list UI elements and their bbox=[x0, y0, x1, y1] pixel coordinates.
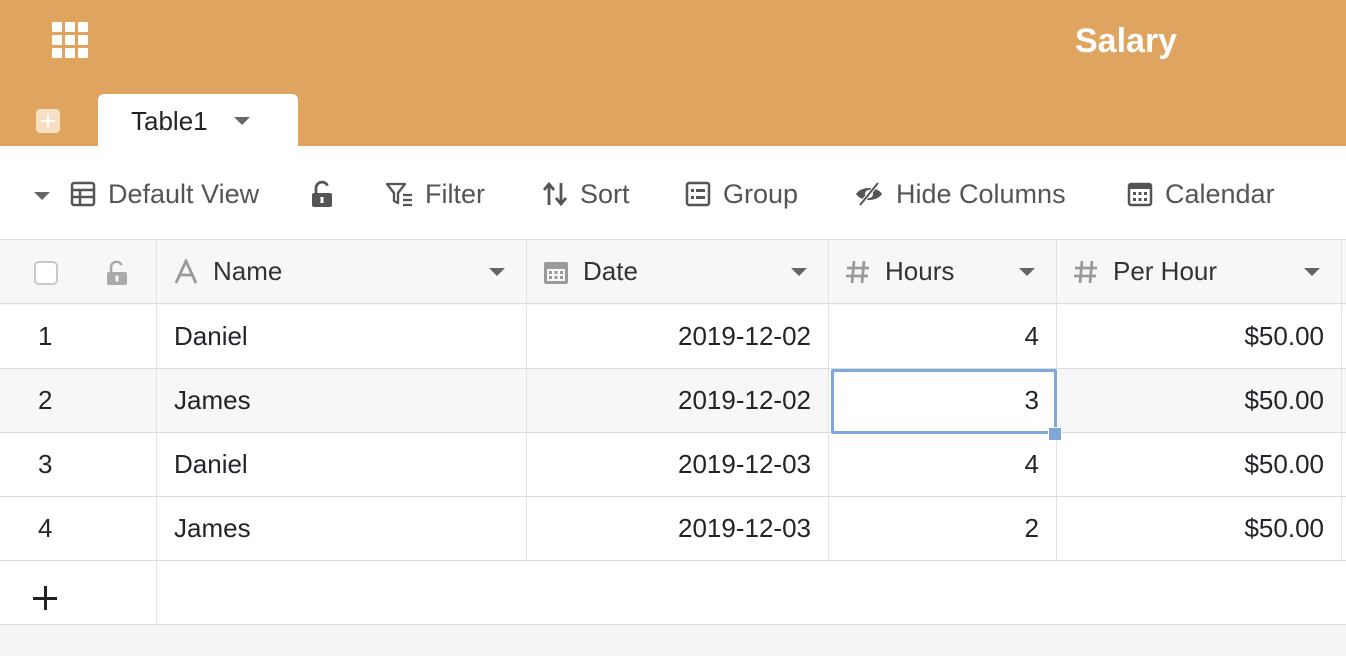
hours-cell[interactable]: 4 bbox=[829, 305, 1057, 368]
hash-icon bbox=[846, 260, 869, 283]
calendar-icon bbox=[544, 261, 568, 284]
column-label: Per Hour bbox=[1113, 256, 1218, 286]
table-view-icon bbox=[70, 181, 96, 207]
row-index-cell: 3 bbox=[0, 433, 157, 496]
name-cell[interactable]: James bbox=[157, 369, 527, 432]
selected-cell-outline bbox=[831, 369, 1057, 434]
hash-icon bbox=[1074, 260, 1097, 283]
tab-label: Table1 bbox=[131, 106, 208, 136]
add-table-button[interactable] bbox=[36, 109, 60, 133]
filter-button[interactable]: Filter bbox=[385, 178, 485, 210]
view-selector[interactable]: Default View bbox=[70, 178, 259, 210]
chevron-down-icon[interactable] bbox=[489, 268, 505, 276]
table-row[interactable]: 4 James 2019-12-03 2 $50.00 bbox=[0, 497, 1346, 561]
sort-icon bbox=[542, 181, 568, 207]
chevron-down-icon[interactable] bbox=[1019, 268, 1035, 276]
row-number: 3 bbox=[38, 449, 53, 479]
column-label: Name bbox=[213, 256, 283, 286]
row-index-cell: 2 bbox=[0, 369, 157, 432]
group-icon bbox=[685, 181, 711, 207]
calendar-label: Calendar bbox=[1165, 178, 1275, 209]
column-header-per-hour[interactable]: Per Hour bbox=[1057, 240, 1342, 303]
apps-grid-icon[interactable] bbox=[52, 22, 88, 58]
per-hour-cell[interactable]: $50.00 bbox=[1057, 497, 1342, 560]
column-label: Date bbox=[583, 256, 638, 286]
sort-label: Sort bbox=[580, 178, 630, 209]
header-select-cell bbox=[0, 240, 157, 303]
per-hour-cell[interactable]: $50.00 bbox=[1057, 369, 1342, 432]
eye-slash-icon bbox=[856, 181, 882, 207]
column-header-date[interactable]: Date bbox=[527, 240, 829, 303]
column-header-name[interactable]: Name bbox=[157, 240, 527, 303]
select-all-checkbox[interactable] bbox=[34, 261, 58, 285]
hide-columns-label: Hide Columns bbox=[896, 178, 1066, 209]
filter-icon bbox=[385, 182, 412, 207]
row-number: 4 bbox=[38, 513, 53, 543]
lock-view-button[interactable] bbox=[310, 178, 346, 210]
sort-button[interactable]: Sort bbox=[542, 178, 630, 210]
column-label: Hours bbox=[885, 256, 955, 286]
calendar-button[interactable]: Calendar bbox=[1127, 178, 1275, 210]
row-index-cell: 1 bbox=[0, 305, 157, 368]
group-label: Group bbox=[723, 178, 799, 209]
app-header: Salary Table1 bbox=[0, 0, 1346, 146]
lock-open-icon[interactable] bbox=[106, 260, 128, 286]
date-cell[interactable]: 2019-12-02 bbox=[527, 305, 829, 368]
view-toolbar: Default View Filter Sort Group Hide Colu… bbox=[0, 146, 1346, 240]
date-cell[interactable]: 2019-12-03 bbox=[527, 497, 829, 560]
text-type-icon bbox=[174, 258, 198, 284]
filter-label: Filter bbox=[425, 178, 485, 209]
fill-handle[interactable] bbox=[1048, 427, 1062, 441]
view-name: Default View bbox=[108, 178, 260, 209]
row-index-cell: 4 bbox=[0, 497, 157, 560]
lock-open-icon bbox=[312, 180, 332, 207]
date-cell[interactable]: 2019-12-03 bbox=[527, 433, 829, 496]
add-row-bar bbox=[0, 561, 1346, 625]
view-menu-chevron-icon[interactable] bbox=[34, 192, 50, 200]
row-number: 2 bbox=[38, 385, 53, 415]
group-button[interactable]: Group bbox=[685, 178, 798, 210]
table-header-row: Name Date Hours Per Hour bbox=[0, 240, 1346, 304]
hours-cell[interactable]: 2 bbox=[829, 497, 1057, 560]
name-cell[interactable]: James bbox=[157, 497, 527, 560]
hide-columns-button[interactable]: Hide Columns bbox=[854, 178, 1066, 210]
chevron-down-icon[interactable] bbox=[1304, 268, 1320, 276]
name-cell[interactable]: Daniel bbox=[157, 433, 527, 496]
base-title: Salary bbox=[1075, 22, 1178, 60]
per-hour-cell[interactable]: $50.00 bbox=[1057, 305, 1342, 368]
date-cell[interactable]: 2019-12-02 bbox=[527, 369, 829, 432]
chevron-down-icon[interactable] bbox=[234, 117, 250, 125]
add-row-button[interactable] bbox=[0, 561, 157, 624]
per-hour-cell[interactable]: $50.00 bbox=[1057, 433, 1342, 496]
hours-cell[interactable]: 4 bbox=[829, 433, 1057, 496]
table-row[interactable]: 3 Daniel 2019-12-03 4 $50.00 bbox=[0, 433, 1346, 497]
table-row[interactable]: 1 Daniel 2019-12-02 4 $50.00 bbox=[0, 305, 1346, 369]
row-number: 1 bbox=[38, 321, 53, 351]
name-cell[interactable]: Daniel bbox=[157, 305, 527, 368]
calendar-icon bbox=[1127, 182, 1153, 207]
chevron-down-icon[interactable] bbox=[791, 268, 807, 276]
tab-table1[interactable]: Table1 bbox=[98, 94, 298, 146]
table-row[interactable]: 2 James 2019-12-02 3 $50.00 bbox=[0, 369, 1346, 433]
column-header-hours[interactable]: Hours bbox=[829, 240, 1057, 303]
